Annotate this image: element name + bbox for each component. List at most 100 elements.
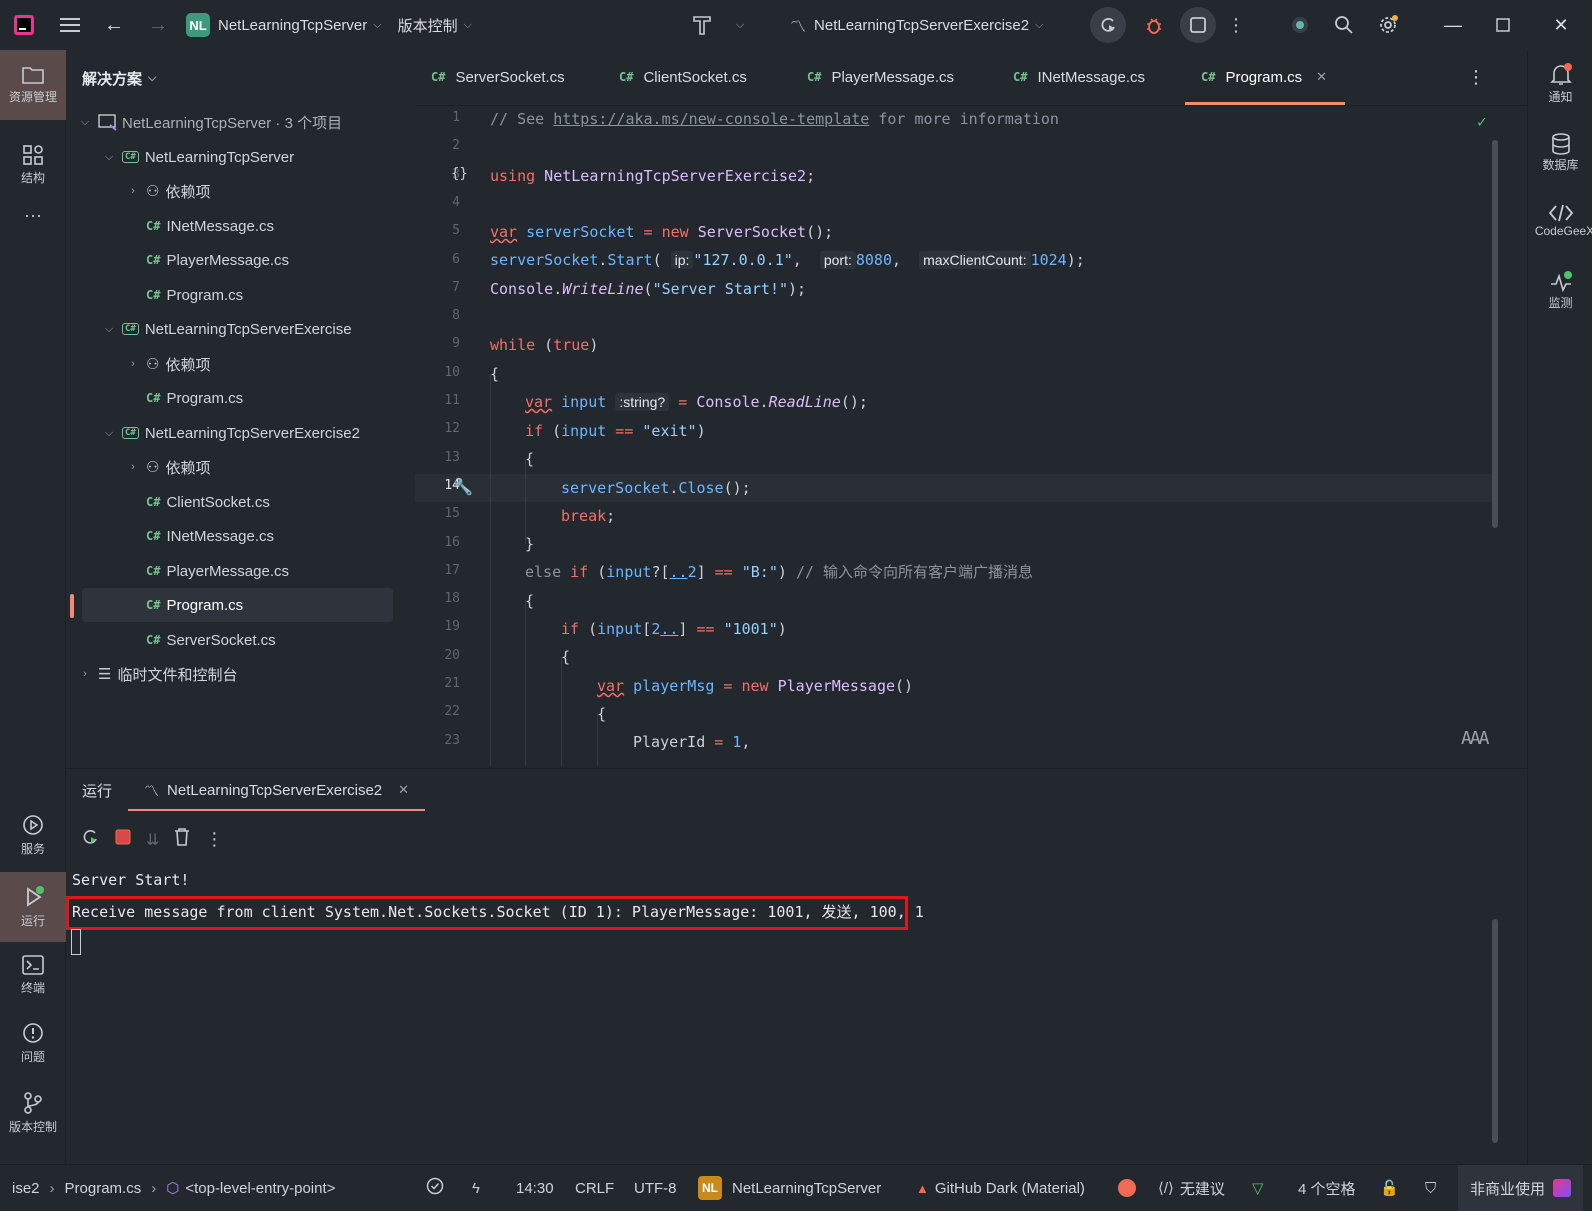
rail-structure[interactable]: 结构	[0, 132, 66, 198]
file-label: ClientSocket.cs	[166, 493, 270, 511]
ai-assistant-icon[interactable]	[1282, 0, 1318, 50]
caret-position[interactable]: 14:30	[516, 1180, 554, 1197]
line-number[interactable]: 23	[415, 733, 460, 748]
line-number[interactable]: 18	[415, 591, 460, 606]
breadcrumb-item[interactable]: ise2	[12, 1180, 40, 1197]
run-tab[interactable]: 〽 NetLearningTcpServerExercise2 ✕	[128, 769, 426, 811]
tree-file-selected[interactable]: C# Program.cs	[82, 588, 393, 622]
search-icon[interactable]	[1326, 0, 1362, 50]
csharp-project-icon: C#	[122, 323, 139, 335]
stop-icon[interactable]	[1180, 7, 1216, 43]
code-link[interactable]: https://aka.ms/new-console-template	[553, 110, 869, 128]
line-number[interactable]: 19	[415, 619, 460, 634]
line-number[interactable]: 20	[415, 648, 460, 663]
tree-solution[interactable]: ⌵ NetLearningTcpServer · 3 个项目	[78, 105, 461, 139]
line-number[interactable]: 12	[415, 421, 460, 436]
code-editor[interactable]: 1 2 3 4 5 6 7 8 9 10 11 12 13 14 15 16 17 18 19 20 21 22 23 {}…	[415, 106, 1527, 766]
rail-database[interactable]: 数据库	[1528, 132, 1592, 173]
back-icon[interactable]: ←	[92, 0, 136, 50]
line-number[interactable]: 16	[415, 535, 460, 550]
rail-notifications[interactable]: 通知	[1528, 62, 1592, 105]
app-logo-icon[interactable]	[0, 0, 48, 50]
rail-codegeex[interactable]: CodeGeeX	[1528, 202, 1592, 238]
rerun-icon[interactable]	[1090, 7, 1126, 43]
license-status[interactable]: 非商业使用	[1458, 1165, 1584, 1211]
text-cursor[interactable]	[71, 929, 81, 955]
editor-scrollbar[interactable]	[1492, 140, 1498, 528]
close-window-icon[interactable]: ✕	[1536, 0, 1586, 50]
main-menu-icon[interactable]	[48, 0, 92, 50]
rail-problems[interactable]: 问题	[0, 1010, 66, 1076]
status-suggestions[interactable]: ⟨/⟩ 无建议	[1158, 1178, 1225, 1199]
more-actions-icon[interactable]: ⋮	[205, 829, 223, 850]
tab-inetmessage[interactable]: C# INetMessage.cs	[997, 49, 1185, 105]
vcs-menu[interactable]: 版本控制 ⌵	[398, 0, 472, 50]
wrench-icon[interactable]: 🔧	[453, 477, 473, 496]
title-bar: ← → NL NetLearningTcpServer ⌵ 版本控制 ⌵ ⌵ 〽…	[0, 0, 1592, 50]
stop-icon[interactable]	[114, 828, 132, 851]
check-icon[interactable]: ✓	[1477, 112, 1487, 131]
line-number[interactable]: 2	[415, 138, 460, 153]
rerun-icon[interactable]	[80, 827, 100, 852]
line-number[interactable]: 22	[415, 704, 460, 719]
run-config-selector[interactable]: 〽 NetLearningTcpServerExercise2 ⌵	[790, 0, 1043, 50]
status-project[interactable]: NL NetLearningTcpServer	[698, 1176, 881, 1200]
lock-icon[interactable]: 🔓	[1380, 1179, 1399, 1197]
debug-icon[interactable]	[1136, 0, 1172, 50]
line-number[interactable]: 10	[415, 365, 460, 380]
hammer-icon[interactable]	[682, 0, 722, 50]
line-number[interactable]: 15	[415, 506, 460, 521]
reader-mode-icon[interactable]: AAA	[1461, 728, 1489, 749]
line-separator[interactable]: CRLF	[575, 1180, 614, 1197]
more-actions-icon[interactable]: ⋮	[1224, 0, 1248, 50]
power-save-icon[interactable]: ϟ	[472, 1180, 480, 1197]
rail-explorer[interactable]: 资源管理	[0, 50, 66, 120]
line-number[interactable]: 4	[415, 195, 460, 210]
settings-icon[interactable]	[1370, 0, 1406, 50]
inspection-check-icon[interactable]	[426, 1177, 444, 1199]
tab-serversocket[interactable]: C# ServerSocket.cs	[415, 49, 603, 105]
close-run-tab-icon[interactable]: ✕	[398, 782, 409, 798]
line-number[interactable]: 1	[415, 110, 460, 125]
shield-icon[interactable]: ⛉	[1425, 1180, 1436, 1197]
rail-services[interactable]: 服务	[0, 802, 66, 868]
project-selector[interactable]: NL NetLearningTcpServer ⌵	[180, 0, 382, 50]
maximize-icon[interactable]	[1478, 0, 1528, 50]
minimize-icon[interactable]: —	[1428, 0, 1478, 50]
line-number[interactable]: 21	[415, 676, 460, 691]
scroll-to-end-icon[interactable]: ⇊	[146, 830, 159, 850]
line-number[interactable]: 9	[415, 336, 460, 351]
record-icon[interactable]	[1118, 1179, 1136, 1197]
breadcrumb-item[interactable]: Program.cs	[65, 1180, 142, 1197]
code-line-23: PlayerId = 1,	[633, 733, 751, 751]
indent-setting[interactable]: 4 个空格	[1298, 1178, 1356, 1199]
line-number[interactable]: 7	[415, 280, 460, 295]
tab-playermessage[interactable]: C# PlayerMessage.cs	[791, 49, 997, 105]
clear-icon[interactable]	[173, 827, 191, 852]
console-scrollbar[interactable]	[1492, 919, 1498, 1143]
close-tab-icon[interactable]: ✕	[1316, 69, 1327, 85]
file-encoding[interactable]: UTF-8	[634, 1180, 677, 1197]
line-number[interactable]: 5	[415, 223, 460, 238]
rail-terminal[interactable]: 终端	[0, 942, 66, 1008]
line-number[interactable]: 8	[415, 308, 460, 323]
tab-program[interactable]: C# Program.cs ✕	[1185, 49, 1345, 105]
chevron-down-icon[interactable]: ⌵	[730, 0, 750, 50]
rail-vcs[interactable]: 版本控制	[0, 1080, 66, 1146]
tree-scratches[interactable]: › ☰ 临时文件和控制台	[78, 657, 461, 691]
line-number[interactable]: 13	[415, 450, 460, 465]
solution-header[interactable]: 解决方案 ⌵	[66, 50, 415, 106]
line-number[interactable]: 11	[415, 393, 460, 408]
tab-clientsocket[interactable]: C# ClientSocket.cs	[603, 49, 791, 105]
line-number[interactable]: 17	[415, 563, 460, 578]
rail-more[interactable]: ···	[0, 195, 66, 235]
forward-icon[interactable]: →	[136, 0, 180, 50]
braces-icon[interactable]: {}	[451, 166, 468, 182]
tab-options-icon[interactable]: ⋮	[1467, 49, 1485, 105]
line-number[interactable]: 6	[415, 252, 460, 267]
breadcrumb-item[interactable]: <top-level-entry-point>	[185, 1180, 335, 1197]
vcs-status-icon[interactable]: ▽	[1252, 1179, 1264, 1197]
rail-monitor[interactable]: 监测	[1528, 270, 1592, 311]
rail-run[interactable]: 运行	[0, 872, 66, 942]
status-theme[interactable]: ▲ GitHub Dark (Material)	[916, 1180, 1085, 1197]
